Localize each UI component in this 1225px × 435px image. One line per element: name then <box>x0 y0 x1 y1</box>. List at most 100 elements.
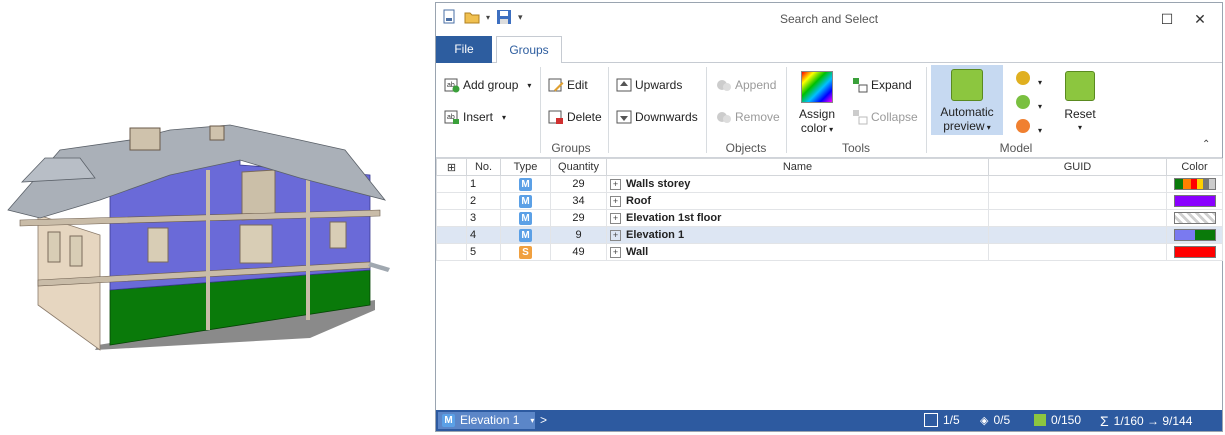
tab-file[interactable]: File <box>436 36 492 63</box>
header-quantity[interactable]: Quantity <box>550 158 607 176</box>
ribbon: ab Add group ▾ ab Insert ▾ Edit Delete Upw… <box>436 63 1222 158</box>
move-down-icon <box>616 109 632 125</box>
expand-row-icon[interactable]: + <box>610 212 621 224</box>
color-swatch[interactable] <box>1173 229 1216 242</box>
model-type-icon: M <box>519 177 532 191</box>
gutter <box>368 262 390 272</box>
header-type[interactable]: Type <box>500 158 551 176</box>
current-group[interactable]: M Elevation 1 ▾ <box>442 413 534 427</box>
header-guid[interactable]: GUID <box>988 158 1167 176</box>
expand-button[interactable]: Expand <box>852 77 912 93</box>
chevron-down-icon: ▾ <box>1077 123 1082 132</box>
color-swatch[interactable] <box>1173 195 1216 208</box>
objects-panel-label: Objects <box>725 141 767 155</box>
chevron-down-icon: ▾ <box>984 123 991 132</box>
title-bar: ▾ ▾ Search and Select ☐ ✕ <box>436 3 1222 35</box>
delete-button[interactable]: Delete <box>548 109 602 125</box>
expand-row-icon[interactable]: + <box>610 229 621 241</box>
header-no[interactable]: No. <box>466 158 501 176</box>
color-swatch[interactable] <box>1173 178 1216 191</box>
collapse-icon <box>852 109 868 125</box>
table-row[interactable]: 4 M 9 + Elevation 1 <box>436 226 1223 244</box>
edit-icon <box>548 77 564 93</box>
collapse-button[interactable]: Collapse <box>852 109 918 125</box>
expand-row-icon[interactable]: + <box>610 246 621 258</box>
insert-button[interactable]: ab Insert ▾ <box>444 109 506 125</box>
table-header: ⊞ No. Type Quantity Name GUID Color <box>436 158 1223 176</box>
expand-row-icon[interactable]: + <box>610 195 621 207</box>
selection-type-icon: S <box>519 245 532 259</box>
status-bar: M Elevation 1 ▾ > 1/5 ◈ 0/5 0/150 Σ 1/16… <box>436 410 1222 431</box>
maximize-button[interactable]: ☐ <box>1156 9 1178 29</box>
remove-button[interactable]: Remove <box>716 109 780 125</box>
add-group-icon: ab <box>444 77 460 93</box>
color-palette-icon <box>801 71 833 103</box>
objects-count: 0/150 <box>1034 413 1081 427</box>
chevron-down-icon: ▾ <box>527 80 532 90</box>
model-panel-label: Model <box>999 141 1033 155</box>
table-row[interactable]: 2 M 34 + Roof <box>436 192 1223 210</box>
selected-count: ◈ 0/5 <box>980 413 1011 427</box>
header-color[interactable]: Color <box>1166 158 1223 176</box>
downwards-button[interactable]: Downwards <box>616 109 698 125</box>
gable-window <box>241 169 276 221</box>
upwards-button[interactable]: Upwards <box>616 77 682 93</box>
chevron-down-icon: ▾ <box>530 415 535 425</box>
group-icon <box>924 413 938 427</box>
ribbon-tabs: File Groups <box>436 36 1222 64</box>
table-row[interactable]: 1 M 29 + Walls storey <box>436 175 1223 193</box>
move-up-icon <box>616 77 632 93</box>
chevron-down-icon: ▾ <box>1038 102 1043 111</box>
tag-icon: ◈ <box>980 414 989 427</box>
window <box>239 224 273 264</box>
expand-icon <box>852 77 868 93</box>
close-button[interactable]: ✕ <box>1189 9 1211 29</box>
column-chooser-icon[interactable]: ⊞ <box>436 158 467 176</box>
model-type-icon: M <box>519 194 532 208</box>
collapse-ribbon-icon[interactable]: ⌃ <box>1202 139 1210 150</box>
search-and-select-window: ▾ ▾ Search and Select ☐ ✕ File Groups ab… <box>435 2 1223 432</box>
view-option-3[interactable]: ▾ <box>1016 119 1042 136</box>
post <box>206 170 210 330</box>
model-3d-view[interactable] <box>0 0 430 435</box>
total-count: Σ 1/160 → 9/144 <box>1100 413 1193 429</box>
append-button[interactable]: Append <box>716 77 776 93</box>
groups-count: 1/5 <box>924 413 960 427</box>
cube-magnifier-icon <box>951 69 983 101</box>
reset-button[interactable]: Reset ▾ <box>1060 69 1100 135</box>
chevron-down-icon: ▾ <box>826 125 834 134</box>
green-bulb-icon <box>1016 95 1030 109</box>
orange-bulb-icon <box>1016 119 1030 133</box>
cubes-icon <box>1034 414 1046 426</box>
window <box>69 235 83 267</box>
table-row[interactable]: 3 M 29 + Elevation 1st floor <box>436 209 1223 227</box>
window-title: Search and Select <box>779 12 879 26</box>
model-type-icon: M <box>519 228 532 242</box>
table-row[interactable]: 5 S 49 + Wall <box>436 243 1223 261</box>
chimney <box>129 127 161 151</box>
tools-panel-label: Tools <box>841 141 870 155</box>
expand-row-icon[interactable]: + <box>610 178 621 190</box>
edit-button[interactable]: Edit <box>548 77 588 93</box>
color-swatch[interactable] <box>1173 212 1216 225</box>
sigma-icon: Σ <box>1100 413 1109 429</box>
view-option-2[interactable]: ▾ <box>1016 95 1042 112</box>
breadcrumb-next[interactable]: > <box>540 413 547 427</box>
window <box>329 221 347 249</box>
view-option-1[interactable]: ▾ <box>1016 71 1042 88</box>
color-swatch[interactable] <box>1173 246 1216 259</box>
reset-cube-icon <box>1065 71 1095 101</box>
header-name[interactable]: Name <box>606 158 989 176</box>
automatic-preview-button[interactable]: Automatic preview ▾ <box>931 65 1003 135</box>
groups-table: ⊞ No. Type Quantity Name GUID Color 1 M … <box>436 158 1223 261</box>
window <box>147 227 169 263</box>
add-group-button[interactable]: ab Add group ▾ <box>444 77 531 93</box>
assign-color-button[interactable]: Assign color ▾ <box>792 69 842 137</box>
chimney <box>209 125 225 141</box>
insert-icon: ab <box>444 109 460 125</box>
tab-groups[interactable]: Groups <box>496 36 562 64</box>
window <box>47 231 61 263</box>
chevron-down-icon: ▾ <box>1038 78 1043 87</box>
remove-icon <box>716 109 732 125</box>
model-type-icon: M <box>442 413 455 427</box>
